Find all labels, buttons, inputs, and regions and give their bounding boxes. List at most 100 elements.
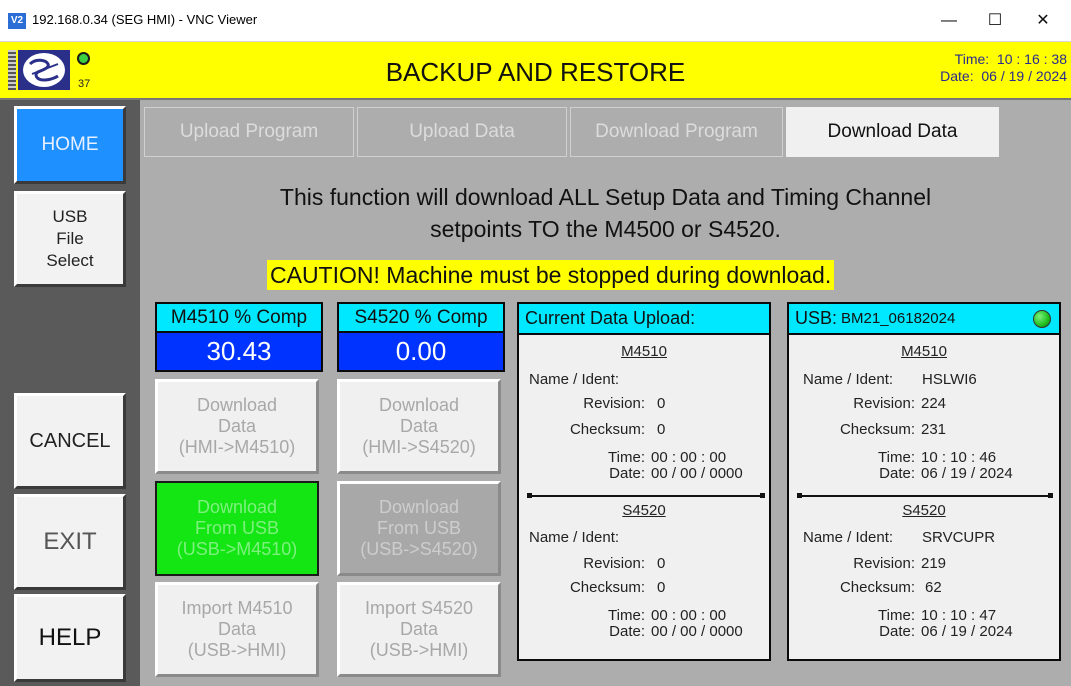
usb-s4520-title: S4520 — [902, 502, 946, 519]
usb-s4520-time-label: Time: — [878, 607, 915, 624]
usb-s4520-date-value: 06 / 19 / 2024 — [921, 623, 1013, 640]
button-line: Import S4520 — [364, 598, 474, 618]
button-line: From USB — [194, 518, 279, 538]
button-line: Download — [378, 497, 460, 517]
current-upload-header: Current Data Upload: — [517, 302, 771, 335]
download-data-m4510-button[interactable]: Download Data (HMI->M4510) — [155, 379, 319, 474]
current-s4520-date-label: Date: — [609, 623, 645, 640]
tab-upload-data-label: Upload Data — [409, 121, 515, 142]
current-s4520-checksum-label: Checksum: — [569, 579, 645, 596]
close-button[interactable]: ✕ — [1020, 8, 1066, 34]
current-m4510-title: M4510 — [621, 343, 667, 360]
button-line: Data — [399, 416, 439, 436]
current-m4510-time-value: 00 : 00 : 00 — [651, 449, 727, 466]
usb-file-select-line1: USB — [52, 207, 88, 226]
button-line: Download — [196, 497, 278, 517]
vnc-viewer-icon: V2 — [8, 13, 26, 29]
usb-s4520-time-value: 10 : 10 : 47 — [921, 607, 997, 624]
usb-m4510-title: M4510 — [901, 343, 947, 360]
button-line: (USB->HMI) — [369, 640, 469, 660]
usb-m4510-name-label: Name / Ident: — [803, 371, 894, 388]
m4510-comp-label: M4510 % Comp — [155, 302, 323, 333]
maximize-button[interactable]: ☐ — [972, 8, 1018, 34]
caution-banner: CAUTION! Machine must be stopped during … — [267, 260, 835, 290]
import-m4510-data-button[interactable]: Import M4510 Data (USB->HMI) — [155, 582, 319, 677]
usb-m4510-time-value: 10 : 10 : 46 — [921, 449, 997, 466]
usb-file-select-button[interactable]: USB File Select — [14, 191, 126, 287]
exit-button[interactable]: EXIT — [14, 494, 126, 590]
usb-file-select-line3: Select — [46, 251, 94, 270]
current-upload-panel: M4510 Name / Ident: Revision: 0 Checksum… — [517, 335, 771, 661]
button-line: From USB — [376, 518, 461, 538]
current-s4520-revision-label: Revision: — [583, 555, 645, 572]
current-m4510-name-label: Name / Ident: — [529, 371, 620, 388]
usb-s4520-revision-value: 219 — [921, 555, 947, 572]
current-m4510-date-label: Date: — [609, 465, 645, 482]
usb-m4510-time-label: Time: — [878, 449, 915, 466]
section-divider — [797, 493, 1053, 498]
cancel-button-label: CANCEL — [29, 429, 111, 452]
button-line: Download — [196, 395, 278, 415]
usb-m4510-revision-value: 224 — [921, 395, 947, 412]
tab-download-program[interactable]: Download Program — [570, 107, 783, 157]
usb-s4520-name-label: Name / Ident: — [803, 529, 894, 546]
button-line: Import M4510 — [181, 598, 293, 618]
usb-header: USB: BM21_06182024 — [787, 302, 1061, 335]
usb-status-led — [1033, 310, 1051, 328]
current-m4510-time-label: Time: — [608, 449, 645, 466]
help-button[interactable]: HELP — [14, 594, 126, 682]
usb-s4520-revision-label: Revision: — [853, 555, 915, 572]
usb-header-prefix: USB: — [795, 308, 838, 328]
button-line: (HMI->S4520) — [362, 437, 476, 457]
usb-s4520-date-label: Date: — [879, 623, 915, 640]
tab-upload-data[interactable]: Upload Data — [357, 107, 567, 157]
usb-m4510-revision-label: Revision: — [853, 395, 915, 412]
current-s4520-name-label: Name / Ident: — [529, 529, 620, 546]
clock-time: Time: 10 : 16 : 38 — [954, 51, 1067, 67]
button-line: Download — [378, 395, 460, 415]
cancel-button[interactable]: CANCEL — [14, 393, 126, 489]
current-m4510-date-value: 00 / 00 / 0000 — [651, 465, 743, 482]
info-text-line1: This function will download ALL Setup Da… — [279, 184, 932, 210]
tab-download-data[interactable]: Download Data — [786, 107, 999, 157]
current-s4520-time-value: 00 : 00 : 00 — [651, 607, 727, 624]
home-button[interactable]: HOME — [14, 106, 126, 184]
current-m4510-revision-label: Revision: — [583, 395, 645, 412]
usb-s4520-checksum-label: Checksum: — [839, 579, 915, 596]
button-line: (USB->HMI) — [187, 640, 287, 660]
current-m4510-checksum-label: Checksum: — [569, 421, 645, 438]
m4510-comp-value: 30.43 — [155, 333, 323, 372]
button-line: (HMI->M4510) — [178, 437, 296, 457]
download-data-s4520-button[interactable]: Download Data (HMI->S4520) — [337, 379, 501, 474]
window-title: 192.168.0.34 (SEG HMI) - VNC Viewer — [32, 12, 258, 27]
button-line: Data — [217, 619, 257, 639]
exit-button-label: EXIT — [43, 528, 97, 555]
usb-m4510-date-label: Date: — [879, 465, 915, 482]
button-line: Data — [217, 416, 257, 436]
download-from-usb-m4510-button[interactable]: Download From USB (USB->M4510) — [155, 481, 319, 576]
tab-download-program-label: Download Program — [595, 121, 758, 142]
tab-upload-program-label: Upload Program — [179, 121, 319, 142]
import-s4520-data-button[interactable]: Import S4520 Data (USB->HMI) — [337, 582, 501, 677]
usb-file-select-line2: File — [56, 229, 84, 248]
current-s4520-checksum-value: 0 — [657, 579, 666, 596]
usb-panel: M4510 Name / Ident: HSLWI6 Revision: 224… — [787, 335, 1061, 661]
button-line: (USB->S4520) — [360, 539, 478, 559]
usb-m4510-name-value: HSLWI6 — [922, 371, 977, 388]
download-from-usb-s4520-button[interactable]: Download From USB (USB->S4520) — [337, 481, 501, 576]
current-s4520-date-value: 00 / 00 / 0000 — [651, 623, 743, 640]
tab-download-data-label: Download Data — [827, 121, 958, 142]
minimize-button[interactable]: — — [926, 8, 972, 34]
current-s4520-time-label: Time: — [608, 607, 645, 624]
tab-upload-program[interactable]: Upload Program — [144, 107, 354, 157]
home-button-label: HOME — [41, 134, 99, 155]
usb-file-name: BM21_06182024 — [841, 310, 956, 327]
s4520-comp-value: 0.00 — [337, 333, 505, 372]
current-s4520-title: S4520 — [622, 502, 666, 519]
usb-m4510-checksum-label: Checksum: — [839, 421, 915, 438]
info-text-line2: setpoints TO the M4500 or S4520. — [430, 216, 781, 242]
help-button-label: HELP — [38, 624, 102, 651]
section-divider — [527, 493, 765, 498]
usb-s4520-name-value: SRVCUPR — [922, 529, 996, 546]
current-s4520-revision-value: 0 — [657, 555, 666, 572]
